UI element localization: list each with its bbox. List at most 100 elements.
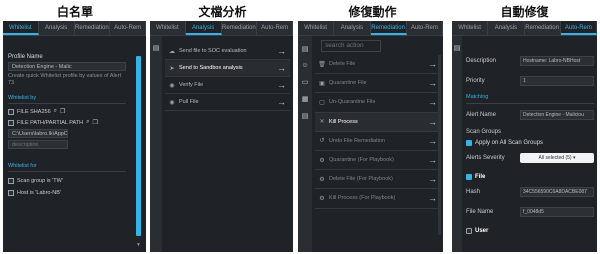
description-input[interactable]: description [8,140,68,149]
action-send-soc[interactable]: ☁ Send file to SOC evaluation → [165,43,290,60]
action-send-sandbox[interactable]: ➤ Send to Sandbox analysis → [165,60,290,77]
action-label: Send file to SOC evaluation [179,48,247,54]
send-icon: ➤ [169,65,175,72]
tab-remediation[interactable]: Remediation [525,21,561,35]
profile-note: Create quick Whitelist profile by values… [8,73,122,86]
description-row: Description Hostname: Labro-NBHost [466,51,594,71]
scroll-down-icon[interactable]: ▼ [136,242,141,248]
checkbox-unchecked[interactable] [466,227,472,234]
arrow-right-icon[interactable]: → [277,46,290,56]
action-pull-file[interactable]: ◉ Pull File → [165,94,290,111]
tab-bar: Whitelist Analysis Remediation Auto-Rem [3,21,146,36]
tab-remediation[interactable]: Remediation [370,21,407,35]
tab-analysis[interactable]: Analysis [488,21,525,35]
action-quarantine-playbook[interactable]: ⚙ Quarantine (For Playbook) → [315,151,441,171]
action-label: Kill Process [329,118,358,125]
checkbox[interactable] [8,190,14,196]
alerts-severity-label: Alerts Severity [466,155,505,161]
whitelist-for-section: Whitelist for [8,163,126,172]
action-label: Quarantine (For Playbook) [329,157,394,164]
analysis-action-list: ☁ Send file to SOC evaluation → ➤ Send t… [165,43,290,111]
undo-icon: ↺ [319,138,325,145]
alerts-severity-select[interactable]: All selected (5) ▾ [520,153,594,163]
scrollbar[interactable] [136,56,141,236]
file-row[interactable]: File [466,171,594,182]
tab-whitelist[interactable]: Whitelist [150,21,186,35]
for-item-host[interactable]: Host is 'Labro-NB' [8,190,142,196]
search-icon[interactable]: ⌕ [86,119,89,126]
document-icon[interactable]: ▤ [298,45,312,53]
description-input[interactable]: Hostname: Labro-NBHost [520,56,594,66]
for-item-scan-group[interactable]: Scan group is 'TW' [8,178,142,184]
tab-remediation[interactable]: Remediation [75,21,111,35]
action-undo-remediation[interactable]: ↺ Undo File Remediation → [315,132,441,151]
search-action-input[interactable]: search action [321,40,381,52]
arrow-right-icon[interactable]: → [277,63,290,73]
action-delete-playbook[interactable]: ⚙ Delete File (For Playbook) → [315,170,441,190]
heading-remediation: 修復動作 [348,5,397,19]
file-label: File [475,173,486,180]
document-icon[interactable]: ▤ [452,44,462,52]
action-delete-file[interactable]: 🗑 Delete File → [315,55,441,75]
tab-auto-rem[interactable]: Auto-Rem [110,21,146,35]
trash-icon: 🗑 [318,61,326,68]
whitelist-item-path[interactable]: FILE PATH/PARTIAL PATH ⌕ ❐ [8,119,142,126]
checkbox-checked[interactable] [466,139,472,146]
document-icon[interactable]: ▤ [298,112,312,120]
heading-analysis: 文檔分析 [198,5,247,19]
action-verify-file[interactable]: ◉ Verify File → [165,77,290,94]
tab-whitelist[interactable]: Whitelist [3,21,39,35]
monitor-icon[interactable]: ▭ [298,78,312,86]
user-icon[interactable]: ☺ [298,62,312,69]
arrow-right-icon[interactable]: → [277,97,290,107]
hash-row: Hash 34C556590C6A8DACBE087 [466,182,594,202]
search-icon[interactable]: ⌕ [54,108,57,115]
action-unquarantine-file[interactable]: ▢ Un-Quarantine File → [315,93,441,113]
action-kill-process[interactable]: ✕ Kill Process → [315,112,441,132]
checkbox[interactable] [8,119,14,126]
document-icon[interactable]: ▤ [150,44,162,52]
tab-auto-rem[interactable]: Auto-Rem [257,21,293,35]
action-label: Verify File [179,82,204,88]
tab-remediation[interactable]: Remediation [222,21,258,35]
scrollbar[interactable] [438,55,441,235]
copy-icon[interactable]: ❐ [93,119,98,126]
whitelist-item-sha256[interactable]: FILE SHA256 ⌕ ❐ [8,108,142,115]
checkbox-checked[interactable] [466,173,472,180]
unquarantine-icon: ▢ [319,99,325,106]
eye-icon: ◉ [169,99,175,106]
action-quarantine-file[interactable]: ▣ Quarantine File → [315,74,441,94]
arrow-right-icon[interactable]: → [277,80,290,90]
tab-whitelist[interactable]: Whitelist [452,21,489,35]
profile-name-input[interactable]: Detection Engine - Malic [8,62,126,71]
checkbox[interactable] [8,178,14,184]
tab-auto-rem[interactable]: Auto-Rem [407,21,443,35]
item-label: Host is 'Labro-NB' [17,190,61,196]
tab-whitelist[interactable]: Whitelist [298,21,335,35]
hash-input[interactable]: 34C556590C6A8DACBE087 [520,187,594,197]
user-row[interactable]: User [466,225,594,236]
eye-icon: ◉ [169,82,175,89]
checkbox[interactable] [8,108,14,115]
copy-icon[interactable]: ❐ [60,108,65,115]
apply-all-row[interactable]: Apply on All Scan Groups [466,137,594,148]
action-kill-playbook[interactable]: ⚙ Kill Process (For Playbook) → [315,189,441,209]
alert-name-input[interactable]: Detection Engine - Maliciou [520,110,594,120]
tab-analysis[interactable]: Analysis [185,21,222,35]
tab-auto-rem[interactable]: Auto-Rem [560,21,597,35]
alert-name-label: Alert Name [466,112,497,118]
playbook-icon: ⚙ [319,176,325,183]
action-label: Delete File (For Playbook) [329,176,393,183]
whitelist-by-section: Whitelist by [8,95,126,104]
file-name-input[interactable]: f_0048d5 [520,207,594,217]
priority-input[interactable]: 1 [520,76,594,86]
upload-icon: ☁ [169,48,175,55]
action-label: Pull File [179,99,199,105]
tab-analysis[interactable]: Analysis [39,21,75,35]
description-label: Description [466,58,497,64]
path-input[interactable]: C:\Users\labro.lk\AppD [8,129,68,138]
tab-analysis[interactable]: Analysis [334,21,371,35]
priority-row: Priority 1 [466,71,594,91]
server-icon[interactable]: ▦ [298,95,312,103]
playbook-icon: ⚙ [319,157,325,164]
